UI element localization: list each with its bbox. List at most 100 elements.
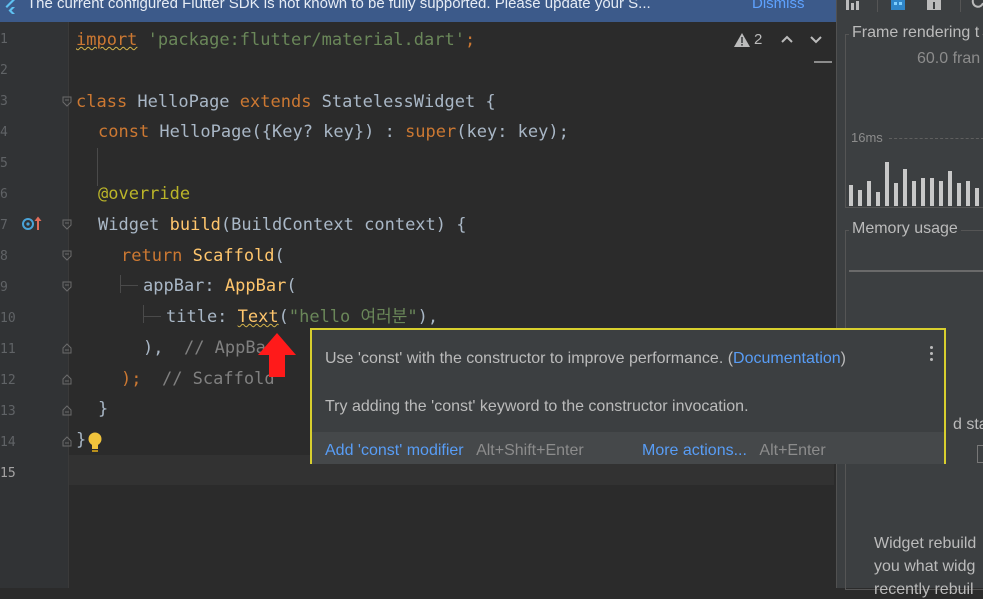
inspection-message-text: Use 'const' with the constructor to impr… xyxy=(325,350,734,367)
bar-chart-icon[interactable] xyxy=(845,0,861,10)
fold-end-icon[interactable] xyxy=(62,343,72,354)
code-token: Widget xyxy=(98,215,170,235)
code-line[interactable]: ); // Scaffold xyxy=(121,369,275,389)
memory-usage-title: Memory usage xyxy=(849,220,961,238)
line-number: 6 xyxy=(0,187,8,202)
line-number: 9 xyxy=(0,280,8,295)
panel-toolbar xyxy=(837,0,983,14)
banner-message: The current configured Flutter SDK is no… xyxy=(27,0,651,12)
frame-bar xyxy=(858,190,862,206)
indent-guide xyxy=(97,148,98,186)
indent-guide xyxy=(120,275,121,293)
toolbar-separator xyxy=(877,0,878,12)
code-token: } xyxy=(98,399,109,419)
frame-bar xyxy=(939,181,943,206)
fps-label: 60.0 fran xyxy=(917,50,981,67)
line-number: 2 xyxy=(0,63,8,78)
warning-icon xyxy=(734,33,750,47)
frame-bar xyxy=(849,185,853,206)
inspection-popup: Use 'const' with the constructor to impr… xyxy=(310,328,946,464)
override-icon[interactable] xyxy=(22,216,44,232)
frame-bar xyxy=(885,162,889,206)
code-line[interactable]: title: Text("hello 여러분"), xyxy=(166,307,438,327)
code-line[interactable]: appBar: AppBar( xyxy=(143,276,297,296)
code-token[interactable]: Text xyxy=(238,307,279,327)
memory-usage-line xyxy=(849,270,983,272)
frame-bar xyxy=(876,192,880,206)
indent-guide xyxy=(143,316,161,317)
code-token: import xyxy=(76,30,138,50)
code-line[interactable]: } xyxy=(76,430,86,450)
dismiss-link[interactable]: Dismiss xyxy=(752,0,805,11)
frame-bar xyxy=(912,181,916,206)
line-number: 12 xyxy=(0,373,16,388)
code-token: super xyxy=(405,122,457,142)
code-token: title: xyxy=(166,307,238,327)
frame-bar xyxy=(903,169,907,206)
widget-rebuild-text: you what widg xyxy=(874,558,976,575)
code-token: ); xyxy=(121,369,142,389)
shortcut-label: Alt+Enter xyxy=(759,442,826,459)
more-options-icon[interactable] xyxy=(930,346,934,364)
code-line[interactable]: ), // AppBar xyxy=(143,338,276,358)
line-number: 4 xyxy=(0,125,8,140)
line-number: 13 xyxy=(0,404,16,419)
fold-marker-icon[interactable] xyxy=(62,250,72,261)
code-line[interactable]: return Scaffold( xyxy=(121,246,285,266)
frame-budget-label: 16ms xyxy=(851,130,883,145)
code-token: ; xyxy=(464,30,476,50)
refresh-icon[interactable] xyxy=(971,0,983,10)
fold-marker-icon[interactable] xyxy=(62,96,72,107)
fold-marker-icon[interactable] xyxy=(62,219,72,230)
grid-icon[interactable] xyxy=(890,0,906,10)
scroll-marker xyxy=(814,61,832,63)
add-const-link[interactable]: Add 'const' modifier xyxy=(325,442,464,459)
frame-bar xyxy=(921,178,925,206)
line-number: 11 xyxy=(0,342,16,357)
code-token: ( xyxy=(278,307,289,327)
line-number: 14 xyxy=(0,435,16,450)
code-token: @override xyxy=(98,184,191,204)
line-number: 7 xyxy=(0,218,8,233)
fold-end-icon[interactable] xyxy=(62,405,72,416)
code-token: Scaffold xyxy=(182,246,275,266)
fold-end-icon[interactable] xyxy=(62,374,72,385)
checkbox[interactable] xyxy=(977,445,983,463)
toolbar-separator xyxy=(960,0,961,12)
flutter-icon xyxy=(5,0,15,14)
chevron-up-icon[interactable] xyxy=(781,35,793,43)
line-number: 3 xyxy=(0,94,8,109)
code-line[interactable]: Widget build(BuildContext context) { xyxy=(98,215,466,235)
fold-end-icon[interactable] xyxy=(62,436,72,447)
line-number: 8 xyxy=(0,249,8,264)
code-token: (key: key); xyxy=(456,122,569,142)
chevron-down-icon[interactable] xyxy=(810,36,822,44)
lightbulb-icon[interactable] xyxy=(86,430,104,454)
code-token: (BuildContext context) { xyxy=(220,215,467,235)
code-token: StatelessWidget { xyxy=(311,92,496,112)
more-actions-link[interactable]: More actions... xyxy=(642,442,747,459)
code-line[interactable]: class HelloPage extends StatelessWidget … xyxy=(76,92,496,112)
widget-rebuild-text: Widget rebuild xyxy=(874,535,977,552)
flutter-performance-panel: Frame rendering t 60.0 fran 16ms Memory … xyxy=(836,0,983,598)
code-token: return xyxy=(121,246,183,266)
shortcut-label: Alt+Shift+Enter xyxy=(476,442,584,459)
code-token: class xyxy=(76,92,128,112)
frame-time-chart xyxy=(849,160,983,206)
code-line[interactable]: const HelloPage({Key? key}) : super(key:… xyxy=(98,122,569,142)
inspection-message: Use 'const' with the constructor to impr… xyxy=(325,350,846,368)
code-line[interactable]: @override xyxy=(98,184,190,204)
frame-budget-line xyxy=(889,138,983,139)
frame-bar xyxy=(966,181,970,206)
more-actions-action[interactable]: More actions... Alt+Enter xyxy=(642,442,826,460)
line-number: 5 xyxy=(0,156,8,171)
code-token: ( xyxy=(274,246,285,266)
add-const-action[interactable]: Add 'const' modifier Alt+Shift+Enter xyxy=(325,442,584,460)
code-line[interactable]: } xyxy=(98,399,108,419)
info-icon[interactable] xyxy=(926,0,942,10)
frame-bar xyxy=(957,183,961,206)
code-line[interactable]: import 'package:flutter/material.dart'; xyxy=(76,30,475,50)
documentation-link[interactable]: Documentation xyxy=(733,350,841,367)
fold-marker-icon[interactable] xyxy=(62,281,72,292)
red-arrow-annotation xyxy=(258,333,296,377)
